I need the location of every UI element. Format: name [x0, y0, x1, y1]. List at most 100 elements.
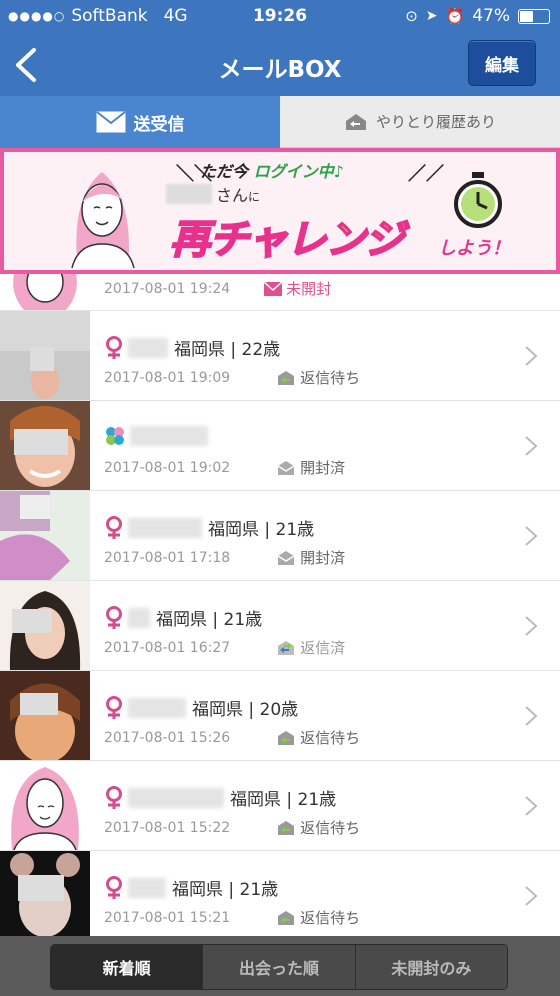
- relogin-banner[interactable]: ＼＼ ただ今 ログイン中♪ ／／ さんに 再チャレンジ しよう！: [0, 148, 560, 274]
- blurred-username: [128, 607, 150, 628]
- chevron-right-icon: [525, 526, 538, 546]
- message-row[interactable]: 福岡県 | 21歳 2017-08-01 17:18 開封済: [0, 491, 560, 581]
- message-meta: 2017-08-01 19:09 返信待ち: [104, 367, 360, 388]
- message-status: 返信待ち: [276, 727, 360, 748]
- message-meta: 2017-08-01 15:22 返信待ち: [104, 817, 360, 838]
- reply-waiting-icon: [278, 730, 295, 745]
- female-icon: [106, 335, 122, 359]
- blurred-username: [128, 787, 224, 808]
- opened-envelope-icon: [277, 460, 295, 475]
- message-meta: 2017-08-01 15:21 返信待ち: [104, 907, 360, 928]
- alarm-icon: ⏰: [445, 7, 465, 25]
- reply-waiting-icon: [278, 910, 295, 925]
- message-status-label: 返信待ち: [300, 819, 361, 837]
- reply-waiting-icon: [278, 820, 295, 835]
- envelope-icon: [95, 111, 126, 133]
- replied-icon: [278, 640, 295, 655]
- message-location-age: 福岡県 | 22歳: [174, 340, 281, 360]
- message-meta: 2017-08-01 15:26 返信待ち: [104, 727, 360, 748]
- blurred-username: [128, 877, 166, 898]
- message-datetime: 2017-08-01 19:09: [104, 369, 231, 386]
- message-status: 返信済: [276, 637, 345, 658]
- message-row[interactable]: 福岡県 | 22歳 2017-08-01 19:09 返信待ち: [0, 311, 560, 401]
- banner-shiyou: しよう！: [438, 238, 510, 259]
- clover-icon: [106, 427, 124, 445]
- sort-bar: 新着順 出会った順 未開封のみ: [0, 936, 560, 996]
- opened-envelope-icon: [277, 550, 295, 565]
- tab-send-receive-label: 送受信: [133, 114, 185, 135]
- tab-history[interactable]: やりとり履歴あり: [280, 96, 560, 148]
- edit-button[interactable]: 編集: [468, 40, 536, 86]
- tab-send-receive[interactable]: 送受信: [0, 96, 280, 148]
- female-icon: [106, 515, 122, 539]
- female-icon: [106, 605, 122, 629]
- avatar: [0, 581, 90, 670]
- battery-icon: [518, 8, 550, 24]
- message-status: 返信待ち: [276, 817, 360, 838]
- banner-ni-text: に: [248, 190, 261, 204]
- female-icon: [106, 875, 122, 899]
- tab-history-label: やりとり履歴あり: [375, 113, 496, 131]
- message-profile: 福岡県 | 21歳: [104, 515, 314, 540]
- message-status-label: 未開封: [286, 280, 332, 298]
- chevron-right-icon: [525, 346, 538, 366]
- stopwatch-icon: [454, 172, 502, 228]
- blurred-username: [130, 426, 208, 446]
- message-status-label: 返信済: [300, 639, 346, 657]
- message-status-label: 返信待ち: [300, 369, 361, 387]
- message-profile: 福岡県 | 21歳: [104, 785, 336, 810]
- message-status: 未開封: [264, 278, 331, 299]
- message-row[interactable]: 福岡県 | 21歳 2017-08-01 15:21 返信待ち: [0, 851, 560, 941]
- banner-san: さんに: [216, 182, 260, 206]
- message-location-age: 福岡県 | 21歳: [172, 880, 279, 900]
- avatar: [0, 311, 90, 400]
- avatar: [0, 761, 90, 850]
- banner-headline-prefix: ただ今: [200, 162, 249, 181]
- message-meta: 2017-08-01 19:24 未開封: [104, 278, 331, 299]
- reply-waiting-icon: [278, 370, 295, 385]
- message-status: 開封済: [276, 547, 345, 568]
- avatar: [0, 274, 90, 310]
- message-row[interactable]: 2017-08-01 19:24 未開封: [0, 274, 560, 311]
- sort-met-order-button[interactable]: 出会った順: [202, 945, 355, 989]
- chevron-right-icon: [525, 886, 538, 906]
- message-profile: 福岡県 | 22歳: [104, 335, 280, 360]
- message-row[interactable]: 2017-08-01 19:02 開封済: [0, 401, 560, 491]
- sort-segmented-control: 新着順 出会った順 未開封のみ: [50, 944, 508, 990]
- message-location-age: 福岡県 | 21歳: [208, 520, 315, 540]
- message-row[interactable]: 福岡県 | 20歳 2017-08-01 15:26 返信待ち: [0, 671, 560, 761]
- female-icon: [106, 785, 122, 809]
- sort-newest-button[interactable]: 新着順: [51, 945, 203, 989]
- banner-login-status: ログイン中♪: [253, 162, 344, 181]
- unread-envelope-icon: [264, 281, 283, 296]
- battery-percent: 47%: [472, 6, 510, 26]
- sort-unread-only-button[interactable]: 未開封のみ: [354, 945, 507, 989]
- chevron-right-icon: [525, 796, 538, 816]
- location-icon: ➤: [425, 8, 438, 24]
- avatar: [0, 671, 90, 760]
- chevron-right-icon: [525, 706, 538, 726]
- message-list: 2017-08-01 19:24 未開封 福岡県 | 22歳 2017-08-0…: [0, 274, 560, 941]
- message-row[interactable]: 福岡県 | 21歳 2017-08-01 16:27 返信済: [0, 581, 560, 671]
- status-bar: ●●●●○ SoftBank 4G 19:26 ⊙ ➤ ⏰ 47%: [0, 0, 560, 34]
- banner-rechallenge: 再チャレンジ: [169, 216, 406, 264]
- banner-headline: ただ今 ログイン中♪: [200, 158, 344, 182]
- message-location-age: 福岡県 | 21歳: [230, 790, 337, 810]
- message-location-age: 福岡県 | 20歳: [192, 700, 299, 720]
- exchange-envelope-icon: [345, 113, 366, 130]
- rotation-lock-icon: ⊙: [405, 7, 418, 25]
- nav-bar: メールBOX 編集: [0, 34, 560, 96]
- message-datetime: 2017-08-01 17:18: [104, 549, 231, 566]
- woman-illustration-icon: [71, 172, 135, 268]
- message-status-label: 返信待ち: [300, 729, 361, 747]
- message-row[interactable]: 福岡県 | 21歳 2017-08-01 15:22 返信待ち: [0, 761, 560, 851]
- message-status-label: 開封済: [300, 459, 346, 477]
- banner-slash-right-icon: ／／: [408, 164, 444, 185]
- message-location-age: 福岡県 | 21歳: [156, 610, 263, 630]
- chevron-right-icon: [525, 616, 538, 636]
- message-datetime: 2017-08-01 15:22: [104, 819, 231, 836]
- avatar: [0, 401, 90, 490]
- message-datetime: 2017-08-01 15:21: [104, 909, 231, 926]
- message-datetime: 2017-08-01 16:27: [104, 639, 231, 656]
- message-meta: 2017-08-01 16:27 返信済: [104, 637, 345, 658]
